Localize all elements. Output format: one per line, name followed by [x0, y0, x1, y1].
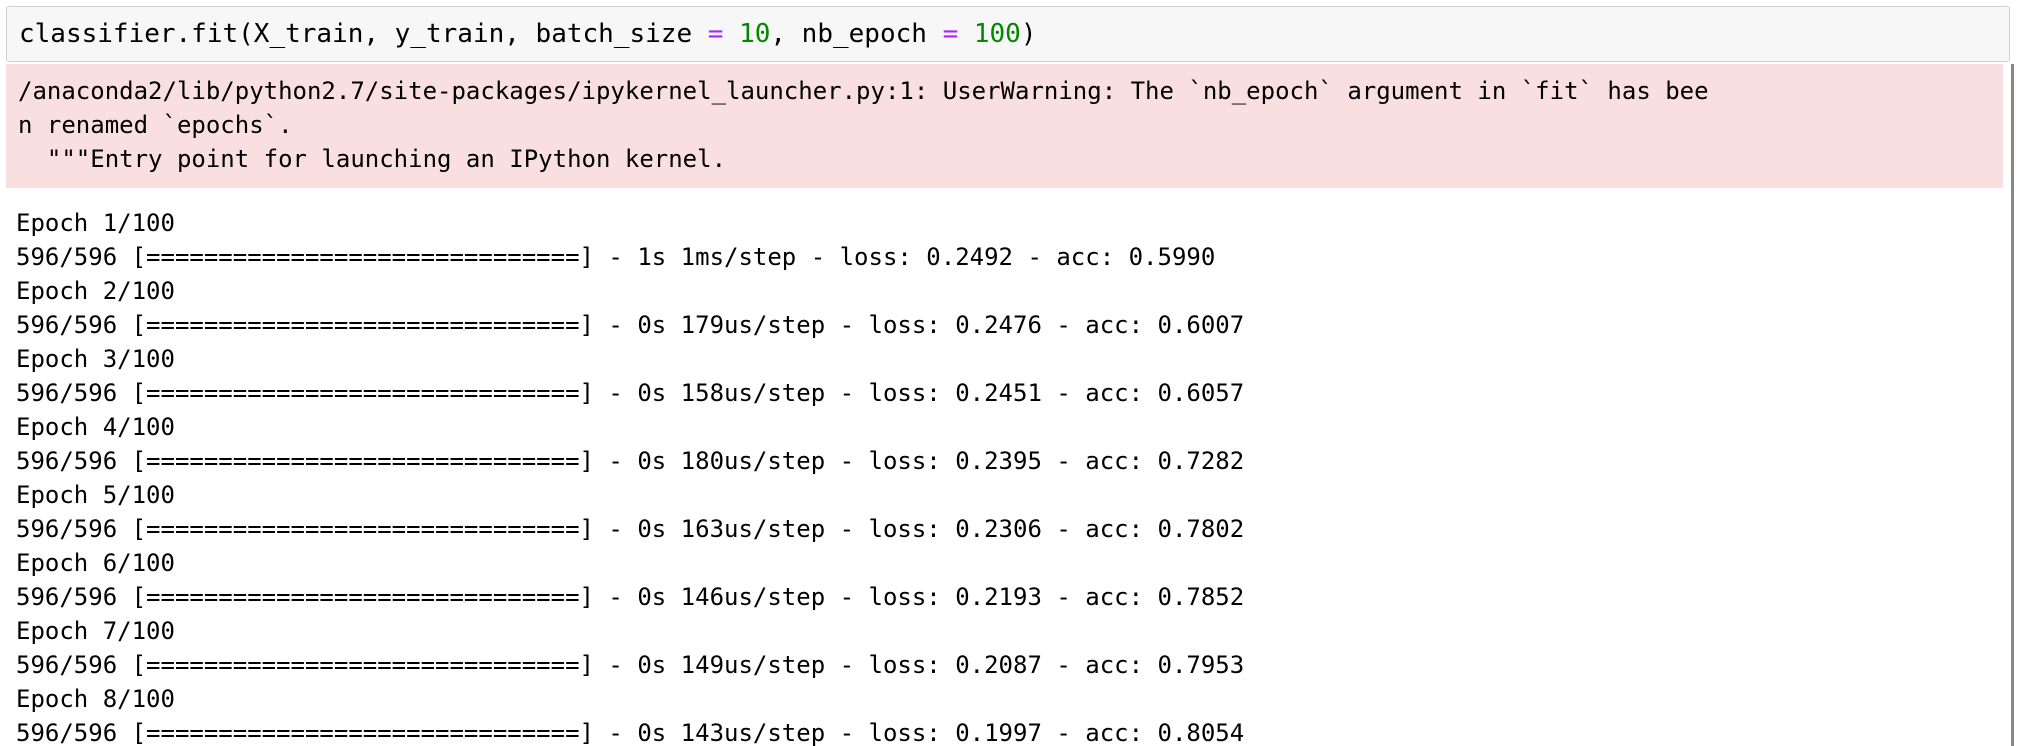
epoch-header: Epoch 1/100	[16, 209, 175, 237]
code-text-suffix: )	[1020, 19, 1037, 49]
code-text: , nb_epoch	[770, 19, 943, 49]
code-input-cell[interactable]: classifier.fit(X_train, y_train, batch_s…	[6, 6, 2010, 62]
stderr-line: /anaconda2/lib/python2.7/site-packages/i…	[18, 77, 1709, 105]
epoch-header: Epoch 5/100	[16, 481, 175, 509]
code-operator: =	[707, 19, 724, 49]
code-operator: =	[942, 19, 959, 49]
epoch-header: Epoch 6/100	[16, 549, 175, 577]
stderr-warning-block: /anaconda2/lib/python2.7/site-packages/i…	[6, 64, 2003, 188]
progress-line: 596/596 [==============================]…	[16, 583, 1245, 611]
epoch-header: Epoch 4/100	[16, 413, 175, 441]
notebook-page: classifier.fit(X_train, y_train, batch_s…	[0, 0, 2018, 746]
progress-line: 596/596 [==============================]…	[16, 243, 1216, 271]
code-number: 100	[973, 19, 1021, 49]
progress-line: 596/596 [==============================]…	[16, 447, 1245, 475]
stdout-training-log: Epoch 1/100 596/596 [===================…	[6, 188, 2011, 746]
cell-output-area[interactable]: /anaconda2/lib/python2.7/site-packages/i…	[6, 64, 2014, 746]
progress-line: 596/596 [==============================]…	[16, 651, 1245, 679]
code-number: 10	[739, 19, 771, 49]
epoch-header: Epoch 3/100	[16, 345, 175, 373]
epoch-header: Epoch 2/100	[16, 277, 175, 305]
progress-line: 596/596 [==============================]…	[16, 311, 1245, 339]
stderr-line: n renamed `epochs`.	[18, 111, 293, 139]
progress-line: 596/596 [==============================]…	[16, 719, 1245, 746]
stderr-line: """Entry point for launching an IPython …	[18, 145, 727, 173]
epoch-header: Epoch 8/100	[16, 685, 175, 713]
epoch-header: Epoch 7/100	[16, 617, 175, 645]
code-text-prefix: classifier.fit(X_train, y_train, batch_s…	[19, 19, 708, 49]
progress-line: 596/596 [==============================]…	[16, 379, 1245, 407]
progress-line: 596/596 [==============================]…	[16, 515, 1245, 543]
